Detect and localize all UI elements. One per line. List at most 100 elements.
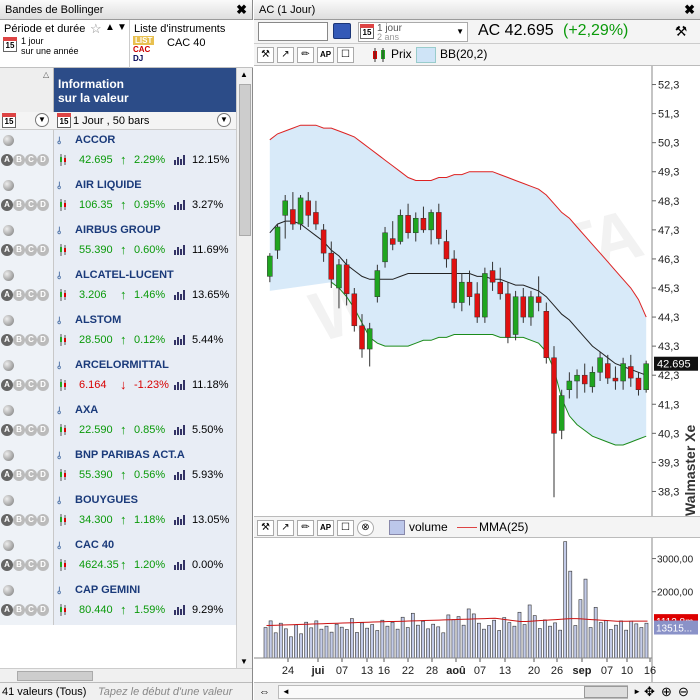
info-icon[interactable]: ⫰ <box>57 451 61 462</box>
search-hint[interactable]: Tapez le début d'une valeur <box>98 686 232 698</box>
legend-bollinger[interactable]: BB(20,2) <box>440 47 487 61</box>
alert-icons[interactable]: ABCD <box>1 559 49 571</box>
chevron-down-icon[interactable]: ▼ <box>35 113 49 127</box>
info-icon[interactable]: ⫰ <box>57 541 61 552</box>
volume-chart[interactable]: 3000,002000,001112.8m13515...24jui071316… <box>254 538 700 682</box>
info-icon[interactable]: ⫰ <box>57 586 61 597</box>
instrument-list-value[interactable]: CAC 40 <box>167 37 206 49</box>
scroll-down-icon[interactable]: ▼ <box>240 657 248 666</box>
price-chart[interactable]: WALDATA52,351,350,349,348,347,346,345,34… <box>254 66 700 516</box>
line-chart-icon[interactable]: ↗ <box>277 520 294 536</box>
close-circle-icon[interactable]: ⊗ <box>357 520 374 536</box>
period-dropdown[interactable]: 15 1 jour 2 ans ▼ <box>358 22 468 42</box>
alert-icons[interactable]: ABCD <box>1 379 49 391</box>
line-chart-icon[interactable]: ↗ <box>277 47 294 63</box>
stock-row[interactable]: A B C D ⫰ BOUYGUES 34.300 ↑ 1.18% 13.05% <box>0 490 236 535</box>
zoom-out-icon[interactable]: ⊖ <box>678 684 689 700</box>
stock-name[interactable]: CAP GEMINI <box>75 584 140 596</box>
stock-name[interactable]: ALSTOM <box>75 314 121 326</box>
stock-name[interactable]: ALCATEL-LUCENT <box>75 269 174 281</box>
volume-bar <box>334 623 339 659</box>
symbol-input[interactable] <box>258 22 328 41</box>
close-icon[interactable]: ✖ <box>236 2 247 18</box>
link-icon[interactable]: ⇔ <box>259 686 270 698</box>
stock-row[interactable]: A B C D ⫰ BNP PARIBAS ACT.A 55.390 ↑ 0.56% 5.93% <box>0 445 236 490</box>
stock-name[interactable]: CAC 40 <box>75 539 114 551</box>
stock-row[interactable]: A B C D ⫰ CAC 40 4624.35 ↑ 1.20% 0.00% <box>0 535 236 580</box>
volume-icon[interactable] <box>389 520 405 535</box>
stock-name[interactable]: ACCOR <box>75 134 115 146</box>
legend-mma[interactable]: MMA(25) <box>479 520 528 534</box>
arrow-up-icon[interactable]: ▲ <box>105 22 115 33</box>
stock-row[interactable]: A B C D ⫰ ALCATEL-LUCENT 3.206 ↑ 1.46% 13.65% <box>0 265 236 310</box>
stock-row[interactable]: A B C D ⫰ AIRBUS GROUP 55.390 ↑ 0.60% 11.69% <box>0 220 236 265</box>
alert-icons[interactable]: ABCD <box>1 604 49 616</box>
info-icon[interactable]: ⫰ <box>57 226 61 237</box>
stock-name[interactable]: AIRBUS GROUP <box>75 224 161 236</box>
list-vertical-scrollbar[interactable]: ▲ ▼ <box>236 68 252 668</box>
scroll-thumb[interactable] <box>584 686 628 698</box>
mma-line-icon[interactable] <box>457 527 477 528</box>
stock-name[interactable]: ARCELORMITTAL <box>75 359 169 371</box>
scroll-thumb[interactable] <box>239 84 251 236</box>
zoom-in-icon[interactable]: ⊕ <box>661 684 672 700</box>
alert-icons[interactable]: ABCD <box>1 289 49 301</box>
candlestick-icon[interactable] <box>370 47 388 63</box>
stock-row[interactable]: A B C D ⫰ ACCOR 42.695 ↑ 2.29% 12.15% <box>0 130 236 175</box>
stock-name[interactable]: AIR LIQUIDE <box>75 179 142 191</box>
alert-icons[interactable]: ABCD <box>1 244 49 256</box>
info-icon[interactable]: ⫰ <box>57 271 61 282</box>
calendar-icon[interactable]: 15 <box>57 113 71 128</box>
star-icon[interactable]: ☆ <box>90 21 102 37</box>
info-icon[interactable]: ⫰ <box>57 181 61 192</box>
info-icon[interactable]: ⫰ <box>57 406 61 417</box>
ap-icon[interactable]: AP <box>317 520 334 536</box>
legend-price[interactable]: Prix <box>391 47 412 61</box>
chevron-down-icon[interactable]: ▼ <box>217 113 231 127</box>
stock-row[interactable]: A B C D ⫰ AIR LIQUIDE 106.35 ↑ 0.95% 3.27% <box>0 175 236 220</box>
close-icon[interactable]: ✖ <box>684 2 695 18</box>
calendar-icon[interactable]: 15 <box>3 37 17 52</box>
calendar-icon[interactable]: 15 <box>2 113 16 128</box>
info-icon[interactable]: ⫰ <box>57 496 61 507</box>
tools-icon[interactable]: ⚒ <box>672 23 690 41</box>
tools-icon[interactable]: ⚒ <box>257 520 274 536</box>
list-horizontal-scrollbar[interactable] <box>0 668 252 682</box>
square-icon[interactable]: ☐ <box>337 47 354 63</box>
stock-row[interactable]: A B C D ⫰ CAP GEMINI 80.440 ↑ 1.59% 9.29% <box>0 580 236 625</box>
stock-row[interactable]: A B C D ⫰ AXA 22.590 ↑ 0.85% 5.50% <box>0 400 236 445</box>
bollinger-icon[interactable] <box>416 47 436 63</box>
scroll-thumb[interactable] <box>17 671 93 681</box>
move-icon[interactable]: ✥ <box>644 684 655 700</box>
scroll-up-icon[interactable]: ▲ <box>240 70 248 79</box>
scroll-right-icon[interactable]: ► <box>633 687 641 696</box>
alert-icons[interactable]: ABCD <box>1 469 49 481</box>
stock-name[interactable]: BOUYGUES <box>75 494 138 506</box>
draw-icon[interactable]: ✏ <box>297 520 314 536</box>
square-icon[interactable]: ☐ <box>337 520 354 536</box>
time-scrollbar[interactable]: ◄ ► <box>278 685 641 699</box>
draw-icon[interactable]: ✏ <box>297 47 314 63</box>
stock-name[interactable]: BNP PARIBAS ACT.A <box>75 449 185 461</box>
info-icon[interactable]: ⫰ <box>57 136 61 147</box>
period-value[interactable]: 1 jour sur une année <box>21 36 79 56</box>
sort-icon[interactable]: △ <box>43 70 49 79</box>
scroll-left-icon[interactable]: ◄ <box>282 687 290 696</box>
column-header[interactable]: △ Information sur la valeur <box>0 68 236 112</box>
book-icon[interactable] <box>333 23 351 39</box>
stock-row[interactable]: A B C D ⫰ ARCELORMITTAL 6.164 ↓ -1.23% 11.18% <box>0 355 236 400</box>
alert-icons[interactable]: ABCD <box>1 424 49 436</box>
info-icon[interactable]: ⫰ <box>57 361 61 372</box>
alert-icons[interactable]: ABCD <box>1 199 49 211</box>
alert-icons[interactable]: ABCD <box>1 154 49 166</box>
tools-icon[interactable]: ⚒ <box>257 47 274 63</box>
info-icon[interactable]: ⫰ <box>57 316 61 327</box>
stock-name[interactable]: AXA <box>75 404 98 416</box>
stock-row[interactable]: A B C D ⫰ ALSTOM 28.500 ↑ 0.12% 5.44% <box>0 310 236 355</box>
alert-icons[interactable]: ABCD <box>1 334 49 346</box>
ap-icon[interactable]: AP <box>317 47 334 63</box>
legend-volume[interactable]: volume <box>409 520 448 534</box>
list-icon[interactable]: LIST CAC DJ <box>133 36 161 64</box>
alert-icons[interactable]: ABCD <box>1 514 49 526</box>
arrow-down-icon[interactable]: ▼ <box>117 22 127 33</box>
